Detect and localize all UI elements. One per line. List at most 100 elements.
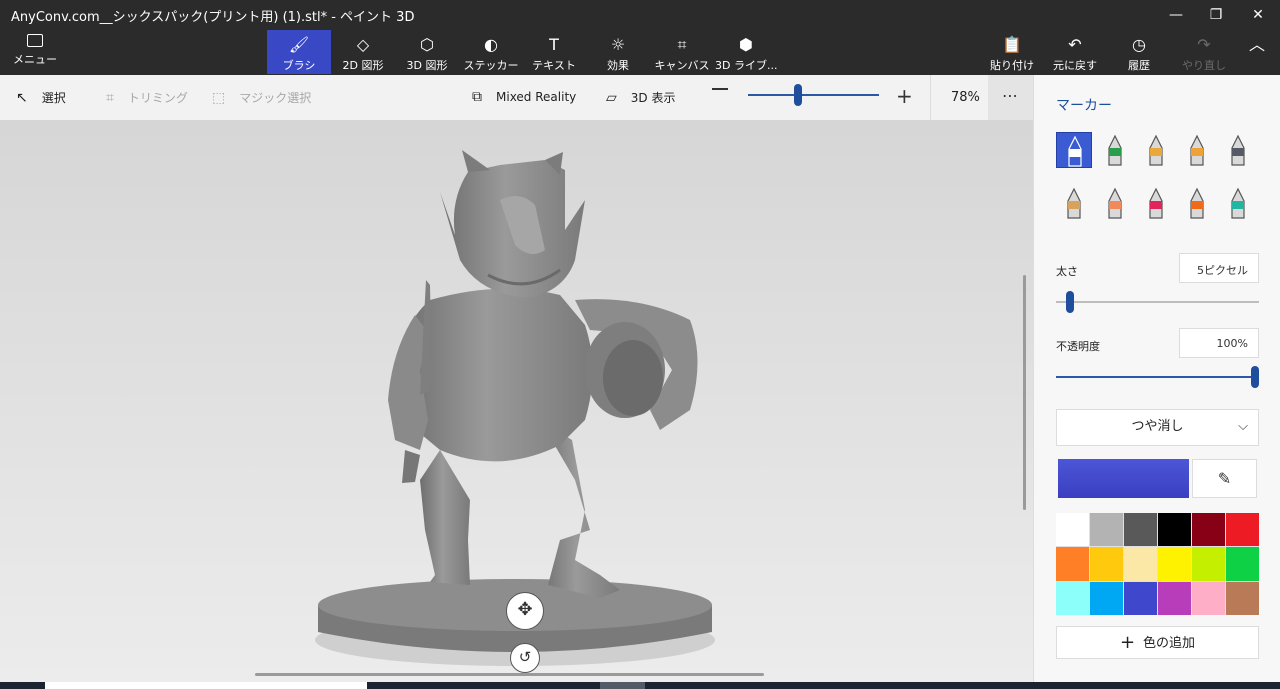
zoom-slider-thumb[interactable] [794,84,802,106]
color-swatch[interactable] [1192,547,1225,581]
calligraphy-pen-icon[interactable] [1097,132,1133,168]
crayon-icon[interactable] [1138,185,1174,221]
marker-icon[interactable] [1056,132,1092,168]
tool-label: 3D 図形 [406,59,448,72]
color-swatch[interactable] [1056,581,1089,615]
pixel-pen-icon[interactable] [1220,132,1256,168]
pencil-icon[interactable] [1056,185,1092,221]
undo-button[interactable]: ↶ 元に戻す [1050,30,1100,74]
color-swatch[interactable] [1192,513,1225,547]
color-swatch[interactable] [1124,581,1157,615]
rotate-handle[interactable]: ↺ [510,643,540,673]
tool-effects[interactable]: ☼ 効果 [590,30,646,74]
3d-view-button[interactable]: ▱ 3D 表示 [606,89,675,106]
finish-dropdown[interactable]: つや消し ⌵ [1056,409,1259,446]
pencil-icon-glyph [1067,187,1081,219]
color-swatch[interactable] [1158,581,1191,615]
minimize-icon: — [1169,7,1183,23]
horizontal-scrollbar[interactable] [255,673,764,676]
minimize-button[interactable]: — [1156,0,1196,30]
model-horn-left [462,150,490,172]
magic-select-label: マジック選択 [239,91,312,105]
crop-button[interactable]: ⌗ トリミング [106,89,188,106]
eraser-icon[interactable] [1097,185,1133,221]
history-button[interactable]: ◷ 履歴 [1118,30,1160,74]
redo-icon: ↷ [1197,35,1211,54]
rotate-3d-handle[interactable]: ✥ [506,592,544,630]
color-swatch[interactable] [1226,547,1259,581]
color-swatch[interactable] [1124,513,1157,547]
3d-view-label: 3D 表示 [630,91,676,105]
color-swatch[interactable] [1158,513,1191,547]
opacity-slider-thumb[interactable] [1251,366,1259,388]
panel-title: マーカー [1056,98,1112,114]
zoom-in-button[interactable]: + [896,86,913,106]
add-color-button[interactable]: + 色の追加 [1056,626,1259,659]
collapse-ribbon-button[interactable]: ︿ [1240,30,1274,74]
text-icon: T [549,35,559,54]
thickness-input[interactable]: 5ピクセル [1179,253,1259,283]
color-swatch[interactable] [1056,513,1089,547]
thickness-slider[interactable] [1056,301,1259,303]
select-button[interactable]: ↖ 選択 [16,89,66,106]
tool-label: ステッカー [463,59,519,72]
fill-bucket-icon[interactable] [1220,185,1256,221]
color-swatch[interactable] [1226,581,1259,615]
thickness-label: 太さ [1056,265,1078,278]
color-swatch[interactable] [1090,581,1123,615]
tool-3d-shapes[interactable]: ⬡ 3D 図形 [397,30,457,74]
secondary-toolbar: ↖ 選択 ⌗ トリミング ⬚ マジック選択 ⧉ Mixed Reality ▱ … [0,75,1033,120]
tool-stickers[interactable]: ◐ ステッカー [460,30,522,74]
taskbar-app[interactable] [600,682,645,689]
color-swatch[interactable] [1124,547,1157,581]
3d-shapes-icon: ⬡ [420,35,434,54]
watercolor-icon-glyph [1190,134,1204,166]
magic-select-button[interactable]: ⬚ マジック選択 [212,89,311,106]
tool-brush[interactable]: 🖌 ブラシ [267,30,331,74]
maximize-button[interactable]: ❐ [1196,0,1236,30]
paste-icon: 📋 [1002,35,1022,54]
mixed-reality-button[interactable]: ⧉ Mixed Reality [472,89,576,105]
tool-2d-shapes[interactable]: ◇ 2D 図形 [333,30,393,74]
crop-label: トリミング [127,91,188,105]
brush-icon: 🖌 [288,35,310,54]
color-swatch[interactable] [1090,513,1123,547]
color-swatch[interactable] [1090,547,1123,581]
thickness-slider-thumb[interactable] [1065,291,1074,313]
folder-icon [27,34,43,47]
magic-select-icon: ⬚ [212,89,226,106]
tool-3d-library[interactable]: ⬢ 3D ライブ... [715,30,777,74]
opacity-input[interactable]: 100% [1179,328,1259,358]
ribbon: AnyConv.com__シックスパック(プリント用) (1).stl* - ペ… [0,0,1280,75]
eyedropper-button[interactable]: ✎ [1192,459,1257,498]
select-label: 選択 [41,91,66,105]
color-swatch[interactable] [1192,581,1225,615]
current-color-swatch[interactable] [1058,459,1189,498]
vertical-scrollbar[interactable] [1023,275,1026,510]
3d-library-icon: ⬢ [739,35,753,54]
tool-canvas[interactable]: ⌗ キャンバス [653,30,711,74]
spray-can-icon[interactable] [1179,185,1215,221]
color-swatch[interactable] [1158,547,1191,581]
zoom-out-button[interactable] [712,88,728,90]
crayon-icon-glyph [1149,187,1163,219]
mixed-reality-label: Mixed Reality [496,90,577,104]
menu-button[interactable]: メニュー [10,34,60,72]
color-swatch[interactable] [1226,513,1259,547]
taskbar-search[interactable] [45,682,367,689]
more-options-button[interactable]: ⋯ [988,75,1033,120]
eraser-icon-glyph [1108,187,1122,219]
tool-text[interactable]: T テキスト [525,30,583,74]
menu-label: メニュー [13,53,57,66]
paste-button[interactable]: 📋 貼り付け [988,30,1036,74]
canvas-area[interactable]: ✥ ↺ [0,120,1033,682]
redo-button[interactable]: ↷ やり直し [1180,30,1228,74]
close-button[interactable]: ✕ [1238,0,1278,30]
zoom-slider[interactable] [748,94,879,96]
divider [930,75,931,120]
watercolor-icon[interactable] [1179,132,1215,168]
oil-brush-icon[interactable] [1138,132,1174,168]
add-color-label: 色の追加 [1143,636,1196,651]
effects-icon: ☼ [610,35,626,54]
color-swatch[interactable] [1056,547,1089,581]
